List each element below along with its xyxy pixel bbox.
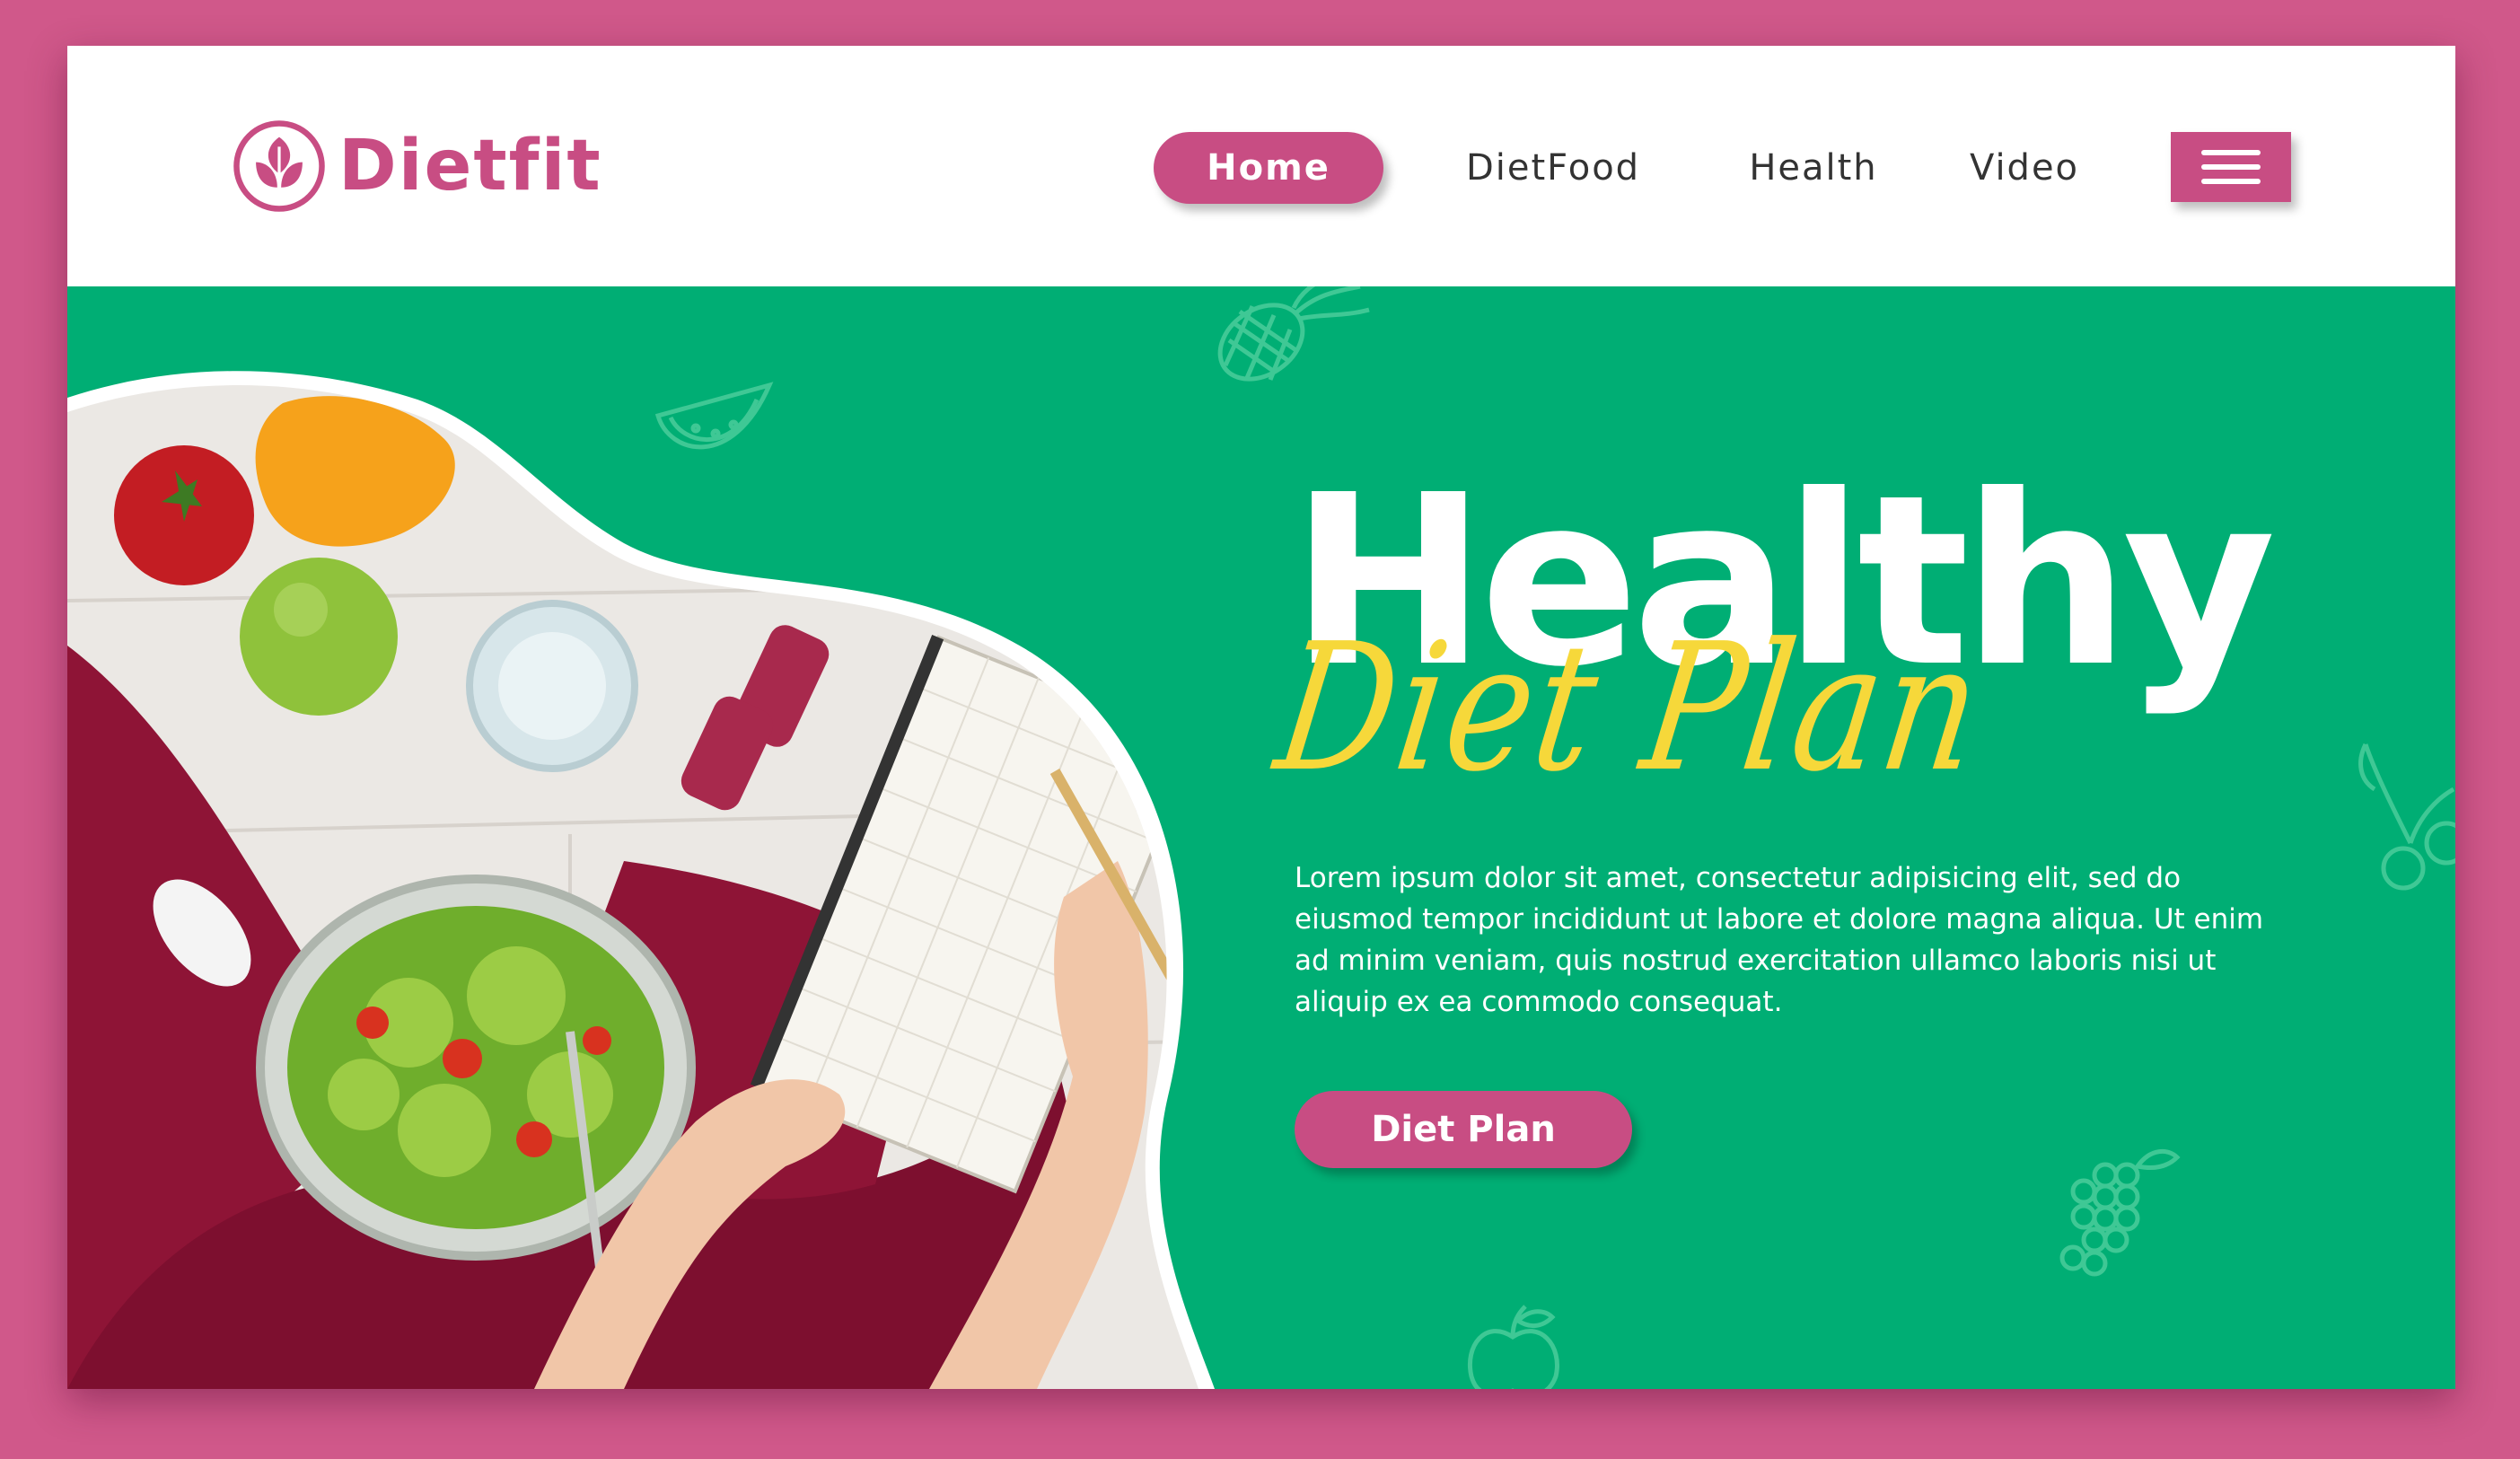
grapes-doodle-icon <box>2059 1148 2181 1277</box>
brand-name: Dietfit <box>338 126 602 207</box>
apple-doodle-icon <box>1468 1305 1559 1389</box>
hero-section: Healthy Diet Plan Lorem ipsum dolor sit … <box>67 286 2455 1389</box>
nav-health[interactable]: Health <box>1737 132 1890 204</box>
hero-title-script: Diet Plan <box>1266 606 1995 811</box>
cherry-doodle-icon <box>2358 743 2455 891</box>
leaf-circle-icon <box>233 120 325 212</box>
hamburger-menu-icon <box>2201 150 2261 155</box>
brand-logo[interactable]: Dietfit <box>231 116 602 216</box>
nav-home[interactable]: Home <box>1154 132 1383 204</box>
hamburger-menu-button[interactable] <box>2171 132 2291 202</box>
nav-dietfood[interactable]: DietFood <box>1454 132 1652 204</box>
nav-video[interactable]: Video <box>1962 132 2087 204</box>
hero-description: Lorem ipsum dolor sit amet, consectetur … <box>1295 862 2264 1018</box>
landing-page: Dietfit Home DietFood Health Video Healt… <box>67 46 2455 1389</box>
hero-photo-salad-notebook <box>67 371 1215 1389</box>
diet-plan-button[interactable]: Diet Plan <box>1295 1091 1632 1168</box>
top-navigation: Dietfit Home DietFood Health Video <box>67 46 2455 286</box>
